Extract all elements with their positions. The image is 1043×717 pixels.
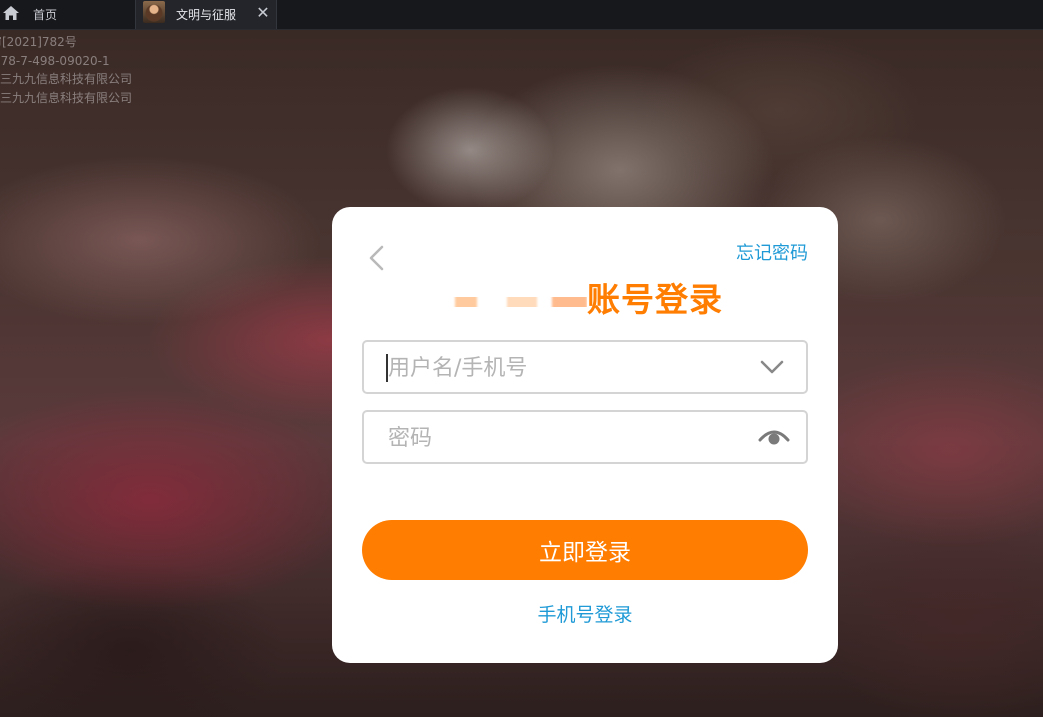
tab-bar: 首页 文明与征服 ✕ <box>0 0 1043 30</box>
watermark-line: 三九九信息科技有限公司 <box>0 90 133 105</box>
tab-game[interactable]: 文明与征服 ✕ <box>135 0 277 29</box>
game-icon <box>143 1 165 23</box>
dialog-title: 账号登录 <box>332 273 838 321</box>
forgot-password-link[interactable]: 忘记密码 <box>736 239 808 265</box>
tab-home[interactable]: 首页 <box>0 0 133 29</box>
brand-logo-blurred <box>447 284 587 319</box>
tab-home-label: 首页 <box>33 8 58 22</box>
back-arrow-icon[interactable] <box>366 243 388 273</box>
username-field <box>362 340 808 394</box>
watermark-line: 978-7-498-09020-1 <box>0 53 110 68</box>
username-input[interactable] <box>386 342 750 394</box>
eye-icon[interactable] <box>758 426 790 448</box>
watermark-line: 审[2021]782号 <box>0 35 77 49</box>
password-field <box>362 410 808 464</box>
watermark-line: 三九九信息科技有限公司 <box>0 72 133 86</box>
password-input[interactable] <box>386 412 750 464</box>
close-icon[interactable]: ✕ <box>254 4 272 22</box>
tab-game-label: 文明与征服 <box>176 8 237 22</box>
login-dialog: 忘记密码 账号登录 立即登录 手机号登录 <box>332 207 838 663</box>
dialog-title-text: 账号登录 <box>587 280 723 319</box>
chevron-down-icon[interactable] <box>758 354 786 380</box>
home-icon <box>3 6 19 20</box>
login-button[interactable]: 立即登录 <box>362 520 808 580</box>
phone-login-link[interactable]: 手机号登录 <box>332 600 838 627</box>
license-watermark: 审[2021]782号 978-7-498-09020-1 三九九信息科技有限公… <box>0 33 132 107</box>
